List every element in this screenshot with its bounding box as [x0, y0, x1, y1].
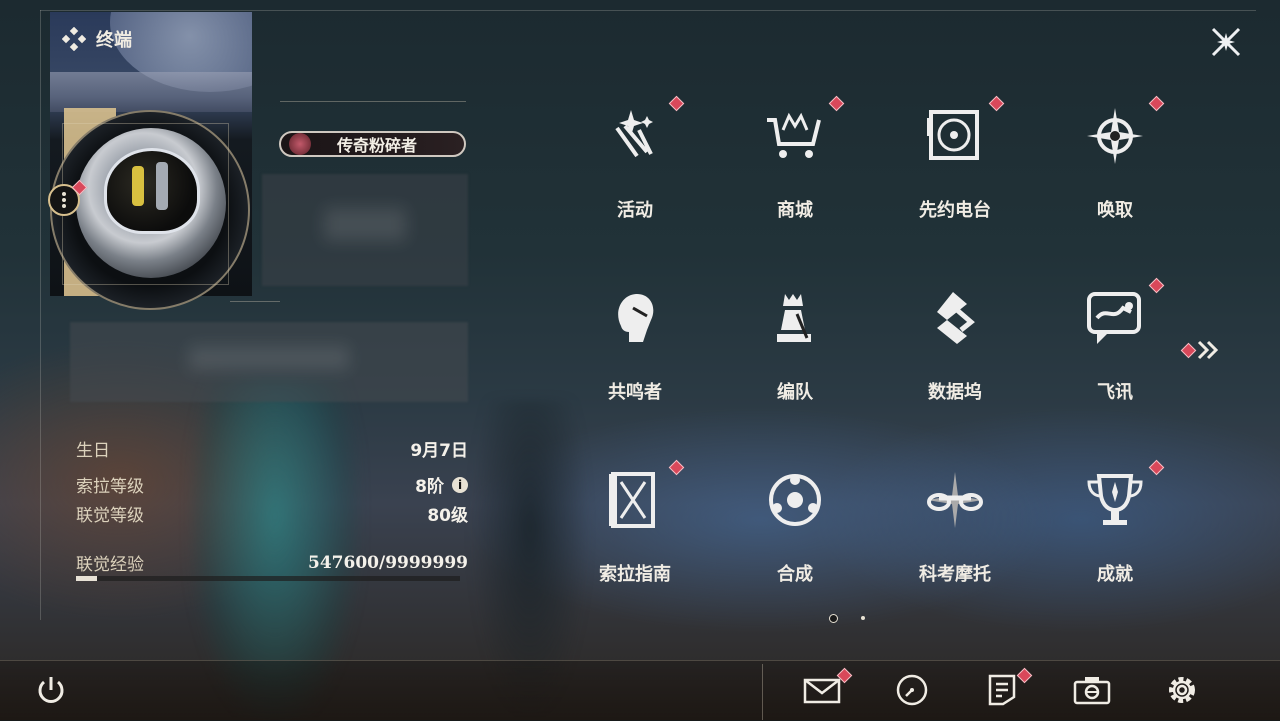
page-title: 终端	[96, 30, 132, 51]
data-dock-icon	[923, 286, 987, 350]
camera-icon	[1073, 677, 1111, 705]
close-icon	[1211, 27, 1241, 57]
close-button[interactable]	[1208, 24, 1244, 60]
shopping-cart-icon	[763, 104, 827, 168]
union-exp-progress-fill	[76, 576, 98, 581]
settings-button[interactable]	[1162, 670, 1202, 710]
union-level-label: 联觉等级	[76, 506, 144, 526]
character-portrait-icon	[603, 286, 667, 350]
birthday-label: 生日	[76, 441, 110, 461]
page-indicator-1[interactable]	[829, 614, 838, 623]
title-emblem-icon	[289, 133, 311, 155]
chat-message-icon	[1083, 286, 1147, 350]
radio-record-icon	[923, 104, 987, 168]
terminal-diamond-icon	[62, 27, 86, 51]
clock-icon	[896, 674, 928, 706]
menu-item-3[interactable]: 先约电台	[875, 104, 1035, 274]
motorcycle-icon	[923, 468, 987, 532]
bottom-divider	[762, 664, 763, 720]
divider-line	[280, 101, 466, 102]
menu-item-6[interactable]: 编队	[715, 286, 875, 456]
clock-button[interactable]	[892, 670, 932, 710]
mail-icon	[803, 678, 841, 704]
notes-icon	[988, 674, 1016, 706]
menu-item-7[interactable]: 数据坞	[875, 286, 1035, 456]
guide-book-icon	[603, 468, 667, 532]
union-level-value: 80级	[427, 506, 468, 526]
divider-line	[230, 301, 280, 302]
stat-union-level: 联觉等级 80级	[76, 501, 468, 526]
chess-team-icon	[763, 286, 827, 350]
menu-item-10[interactable]: 合成	[715, 468, 875, 638]
sola-level-value-group: 8阶 i	[415, 472, 468, 497]
union-exp-value: 547600/9999999	[308, 552, 468, 573]
menu-item-label: 先约电台	[919, 200, 991, 221]
stat-union-exp: 联觉经验 547600/9999999	[76, 550, 468, 576]
menu-item-4[interactable]: 唤取	[1035, 104, 1195, 274]
menu-item-label: 成就	[1097, 564, 1133, 585]
menu-item-12[interactable]: 成就	[1035, 468, 1195, 638]
notes-button[interactable]	[982, 670, 1022, 710]
menu-item-label: 合成	[777, 564, 813, 585]
menu-item-label: 科考摩托	[919, 564, 991, 585]
title-badge[interactable]: 传奇粉碎者	[279, 131, 466, 157]
sola-level-label: 索拉等级	[76, 477, 144, 497]
menu-item-label: 商城	[777, 200, 813, 221]
menu-item-label: 唤取	[1097, 200, 1133, 221]
compass-star-icon	[1083, 104, 1147, 168]
menu-item-1[interactable]: 活动	[555, 104, 715, 274]
menu-item-label: 飞讯	[1097, 382, 1133, 403]
next-page-button[interactable]	[1196, 338, 1222, 362]
power-icon	[38, 677, 64, 703]
menu-item-label: 数据坞	[928, 382, 982, 403]
menu-item-2[interactable]: 商城	[715, 104, 875, 274]
page-header: 终端	[62, 26, 132, 52]
frame-line-left	[40, 10, 41, 620]
menu-item-8[interactable]: 飞讯	[1035, 286, 1195, 456]
info-icon[interactable]: i	[452, 476, 468, 493]
menu-item-label: 活动	[617, 200, 653, 221]
avatar-frame	[62, 123, 229, 285]
sola-level-value: 8阶	[415, 477, 444, 497]
frame-line-top	[40, 10, 1256, 11]
birthday-value: 9月7日	[410, 441, 468, 461]
page-indicator-2[interactable]	[861, 616, 865, 620]
menu-item-label: 编队	[777, 382, 813, 403]
camera-button[interactable]	[1072, 670, 1112, 710]
title-badge-text: 传奇粉碎者	[337, 136, 418, 155]
stat-birthday: 生日 9月7日	[76, 436, 468, 461]
synthesis-circle-icon	[763, 468, 827, 532]
ground-backdrop	[50, 72, 252, 112]
stat-sola-level: 索拉等级 8阶 i	[76, 472, 468, 497]
menu-item-label: 索拉指南	[599, 564, 671, 585]
power-button[interactable]	[31, 670, 71, 710]
mail-button[interactable]	[802, 670, 842, 710]
hidden-signature-area	[70, 322, 468, 402]
menu-item-label: 共鸣者	[608, 382, 662, 403]
double-chevron-right-icon	[1197, 340, 1219, 360]
sparkle-activity-icon	[603, 104, 667, 168]
hidden-name-area	[262, 174, 468, 286]
union-exp-label: 联觉经验	[76, 555, 144, 575]
menu-item-9[interactable]: 索拉指南	[555, 468, 715, 638]
menu-item-5[interactable]: 共鸣者	[555, 286, 715, 456]
trophy-icon	[1083, 468, 1147, 532]
more-dots-icon	[62, 192, 66, 208]
menu-item-11[interactable]: 科考摩托	[875, 468, 1035, 638]
settings-gear-icon	[1169, 677, 1195, 703]
union-exp-progress-bar	[76, 576, 460, 581]
